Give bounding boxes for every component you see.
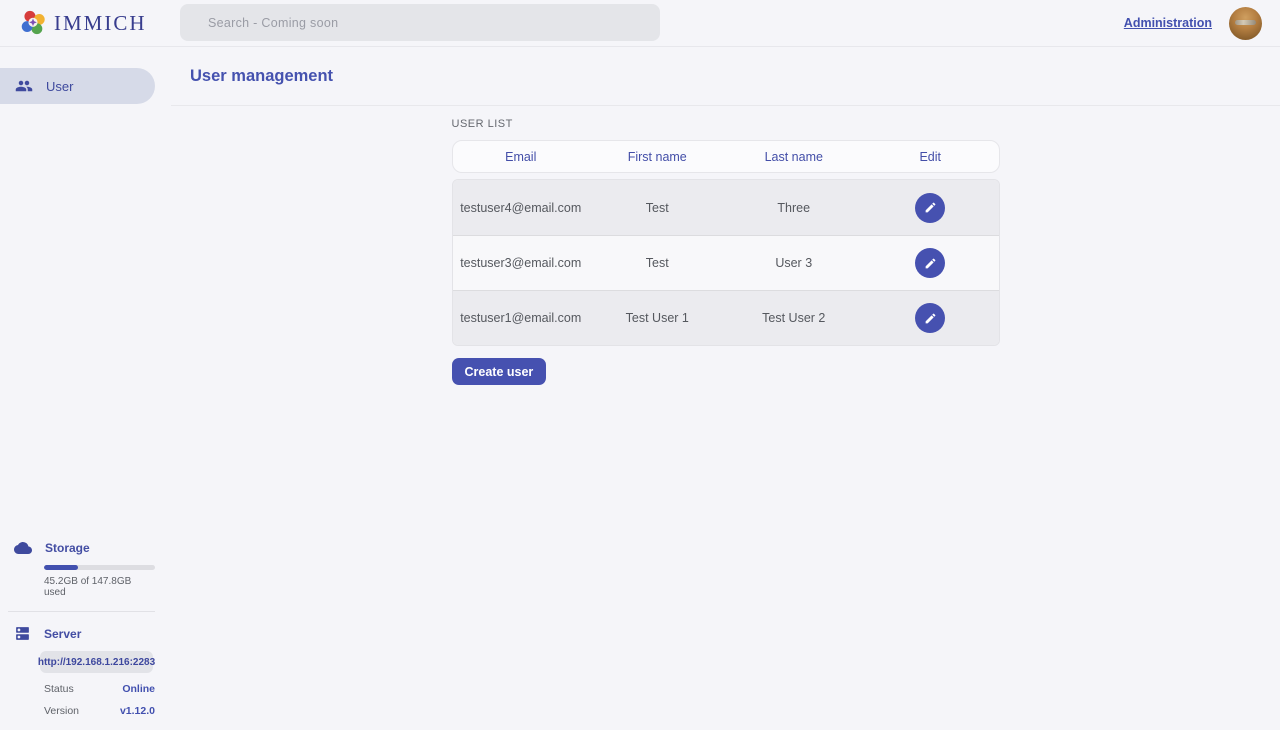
storage-title: Storage bbox=[45, 541, 90, 555]
table-header: Email First name Last name Edit bbox=[452, 140, 1000, 173]
sidebar-divider bbox=[8, 611, 155, 612]
storage-progress-fill bbox=[44, 565, 78, 570]
administration-link[interactable]: Administration bbox=[1124, 16, 1212, 30]
storage-section: Storage 45.2GB of 147.8GB used bbox=[0, 539, 155, 598]
search-input[interactable] bbox=[180, 4, 660, 41]
server-version-row: Version v1.12.0 bbox=[44, 705, 155, 717]
server-url-chip: http://192.168.1.216:2283 bbox=[40, 651, 153, 673]
column-header-first-name: First name bbox=[589, 150, 726, 164]
immich-logo-icon bbox=[20, 9, 46, 38]
edit-user-button[interactable] bbox=[915, 248, 945, 278]
edit-user-button[interactable] bbox=[915, 193, 945, 223]
server-section: Server http://192.168.1.216:2283 Status … bbox=[0, 625, 155, 717]
status-value: Online bbox=[122, 683, 155, 695]
cell-email: testuser4@email.com bbox=[453, 201, 590, 215]
user-list-panel: USER LIST Email First name Last name Edi… bbox=[452, 106, 1000, 385]
sidebar-item-user[interactable]: User bbox=[0, 68, 155, 104]
main-area: User management USER LIST Email First na… bbox=[171, 47, 1280, 730]
cell-first-name: Test bbox=[589, 201, 726, 215]
pencil-icon bbox=[924, 257, 937, 270]
storage-usage-text: 45.2GB of 147.8GB used bbox=[44, 576, 155, 598]
column-header-last-name: Last name bbox=[726, 150, 863, 164]
status-label: Status bbox=[44, 683, 74, 695]
cell-last-name: Three bbox=[726, 201, 863, 215]
edit-user-button[interactable] bbox=[915, 303, 945, 333]
pencil-icon bbox=[924, 201, 937, 214]
cell-email: testuser1@email.com bbox=[453, 311, 590, 325]
cell-email: testuser3@email.com bbox=[453, 256, 590, 270]
sidebar-item-label: User bbox=[46, 79, 73, 94]
server-status-row: Status Online bbox=[44, 683, 155, 695]
user-list-label: USER LIST bbox=[452, 118, 1000, 130]
page-title-bar: User management bbox=[171, 47, 1280, 106]
pencil-icon bbox=[924, 312, 937, 325]
brand[interactable]: IMMICH bbox=[0, 9, 147, 38]
layout: User Storage 45.2GB of 147.8GB bbox=[0, 47, 1280, 730]
cloud-icon bbox=[14, 539, 32, 557]
avatar[interactable] bbox=[1229, 7, 1262, 40]
top-bar: IMMICH Administration bbox=[0, 0, 1280, 47]
sidebar: User Storage 45.2GB of 147.8GB bbox=[0, 47, 171, 730]
server-title: Server bbox=[44, 627, 81, 641]
top-bar-right: Administration bbox=[1124, 7, 1280, 40]
column-header-edit: Edit bbox=[862, 150, 999, 164]
table-body: testuser4@email.com Test Three bbox=[452, 179, 1000, 346]
users-icon bbox=[15, 77, 33, 95]
version-value: v1.12.0 bbox=[120, 705, 155, 717]
table-row: testuser3@email.com Test User 3 bbox=[453, 235, 999, 290]
sidebar-status-panel: Storage 45.2GB of 147.8GB used bbox=[0, 539, 155, 717]
cell-first-name: Test bbox=[589, 256, 726, 270]
cell-first-name: Test User 1 bbox=[589, 311, 726, 325]
storage-progress-bar bbox=[44, 565, 155, 570]
table-row: testuser1@email.com Test User 1 Test Use… bbox=[453, 290, 999, 345]
create-user-button[interactable]: Create user bbox=[452, 358, 547, 385]
brand-name: IMMICH bbox=[54, 11, 147, 36]
search-bar bbox=[180, 4, 660, 41]
cell-last-name: User 3 bbox=[726, 256, 863, 270]
version-label: Version bbox=[44, 705, 79, 717]
column-header-email: Email bbox=[453, 150, 590, 164]
table-row: testuser4@email.com Test Three bbox=[453, 180, 999, 235]
server-icon bbox=[14, 625, 31, 642]
cell-last-name: Test User 2 bbox=[726, 311, 863, 325]
page-title: User management bbox=[190, 67, 333, 86]
